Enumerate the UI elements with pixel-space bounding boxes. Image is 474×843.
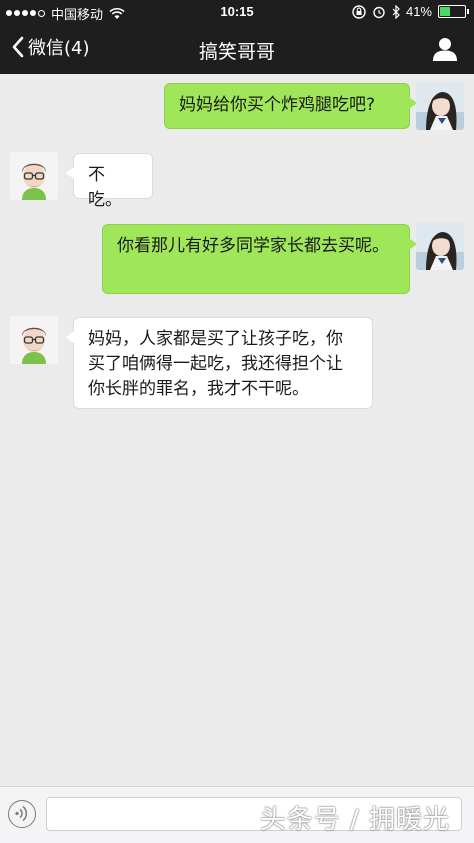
alarm-icon: [373, 6, 385, 18]
bluetooth-icon: [392, 4, 400, 19]
person-icon[interactable]: [432, 36, 458, 62]
message-text: 不吃。: [88, 165, 122, 210]
status-right: 41%: [352, 4, 469, 19]
message-text: 妈妈，人家都是买了让孩子吃，你买了咱俩得一起吃，我还得担个让你长胖的罪名，我才不…: [88, 329, 343, 399]
outgoing-message-bubble[interactable]: 妈妈给你买个炸鸡腿吃吧?: [164, 83, 417, 129]
battery-tip: [467, 9, 469, 14]
outgoing-message-bubble[interactable]: 你看那儿有好多同学家长都去买呢。: [102, 224, 417, 294]
voice-button[interactable]: [8, 800, 36, 828]
battery-icon: [438, 5, 469, 18]
voice-icon: [15, 805, 28, 822]
message-text: 妈妈给你买个炸鸡腿吃吧?: [179, 95, 376, 115]
chat-area: 妈妈给你买个炸鸡腿吃吧? 不吃。 你看那儿有好多同学家长都去买呢。 妈妈，人家都…: [0, 74, 474, 786]
nav-bar: 微信(4) 搞笑哥哥: [0, 24, 474, 74]
watermark-text: 头条号 / 拥暖光: [259, 805, 450, 835]
my-avatar[interactable]: [416, 82, 464, 130]
incoming-message-bubble[interactable]: 妈妈，人家都是买了让孩子吃，你买了咱俩得一起吃，我还得担个让你长胖的罪名，我才不…: [66, 317, 373, 409]
contact-avatar[interactable]: [10, 152, 58, 200]
incoming-message-bubble[interactable]: 不吃。: [66, 153, 153, 210]
contact-avatar[interactable]: [10, 316, 58, 364]
cartoon-boy-avatar-image: [10, 316, 58, 364]
chat-title: 搞笑哥哥: [198, 41, 275, 63]
girl-avatar-image: [416, 82, 464, 130]
message-text: 你看那儿有好多同学家长都去买呢。: [117, 236, 389, 256]
battery-percentage: 41%: [405, 4, 432, 19]
input-bar: 头条号 / 拥暖光: [0, 786, 474, 843]
status-bar: 中国移动 10:15 41%: [0, 0, 474, 24]
orientation-lock-icon: [352, 4, 366, 19]
girl-avatar-image: [416, 222, 464, 270]
my-avatar[interactable]: [416, 222, 464, 270]
battery-fill: [440, 7, 450, 16]
cartoon-boy-avatar-image: [10, 152, 58, 200]
